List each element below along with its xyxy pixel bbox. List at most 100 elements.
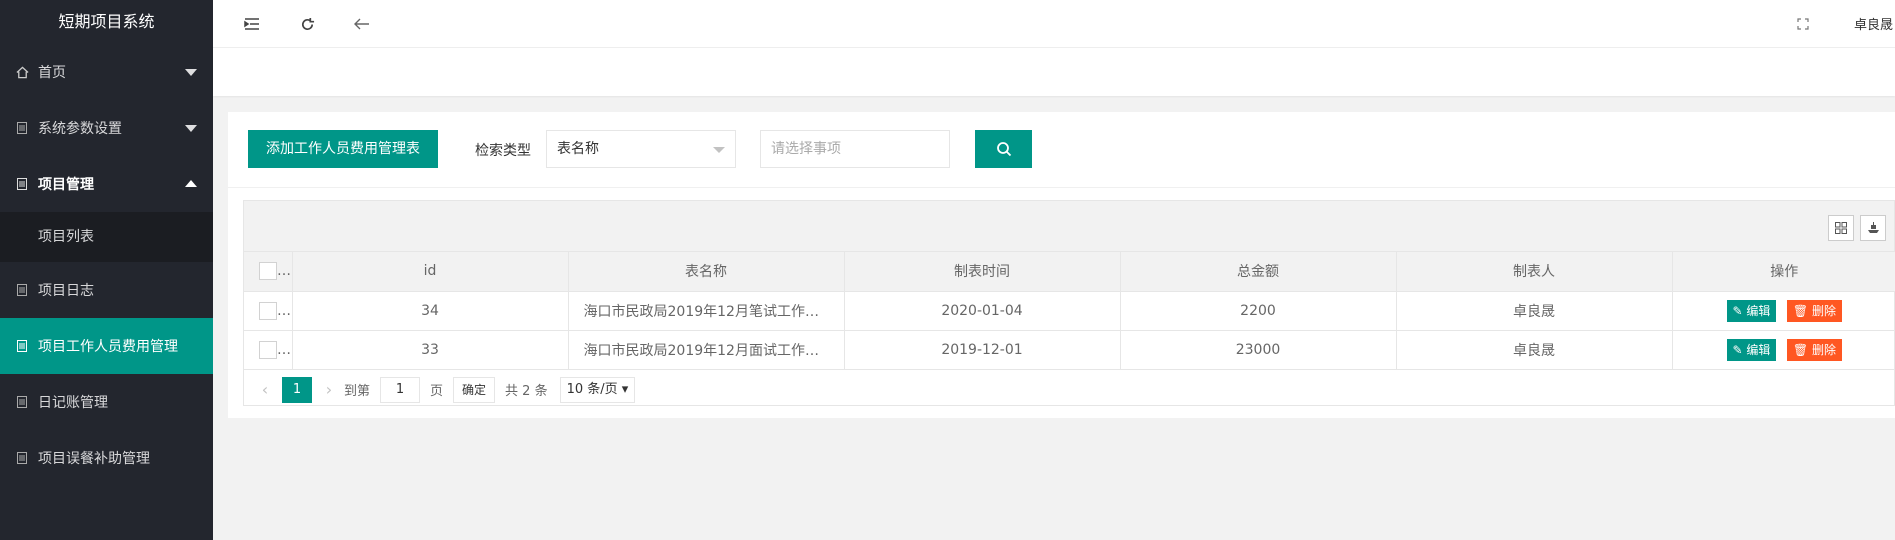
current-page[interactable]: 1 xyxy=(282,376,312,403)
edit-button[interactable]: ✎ 编辑 xyxy=(1726,299,1777,322)
edit-label: 编辑 xyxy=(1746,342,1771,357)
edit-button[interactable]: ✎ 编辑 xyxy=(1726,338,1777,361)
caret-down-icon: ▾ xyxy=(621,381,629,397)
sidebar-item-label: 日记账管理 xyxy=(38,395,108,411)
table-header-row: id 表名称 制表时间 总金额 制表人 操作 xyxy=(244,252,1895,292)
document-icon xyxy=(14,338,30,354)
goto-label: 到第 xyxy=(344,384,371,399)
sidebar-item-label: 项目日志 xyxy=(38,283,94,299)
delete-label: 删除 xyxy=(1811,342,1836,357)
home-icon xyxy=(14,64,30,80)
cell-name: 海口市民政局2019年12月面试工作人员费用管理表 xyxy=(568,330,845,370)
refresh-icon[interactable] xyxy=(295,12,319,36)
main-card: 添加工作人员费用管理表 检索类型 表名称 id xyxy=(228,112,1895,418)
select-all-checkbox[interactable] xyxy=(259,262,277,281)
cell-actions: ✎ 编辑 🗑 删除 xyxy=(1672,330,1895,370)
sidebar-item-label: 项目误餐补助管理 xyxy=(38,451,150,467)
sidebar-item-system-settings[interactable]: 系统参数设置 xyxy=(0,100,213,156)
chevron-up-icon xyxy=(185,180,197,187)
add-expense-table-button[interactable]: 添加工作人员费用管理表 xyxy=(248,130,438,168)
cell-maker: 卓良晟 xyxy=(1396,330,1673,370)
table-row: 34 海口市民政局2019年12月笔试工作人员费用管理表 2020-01-04 … xyxy=(244,291,1895,331)
cell-date: 2020-01-04 xyxy=(844,291,1121,331)
delete-button[interactable]: 🗑 删除 xyxy=(1786,299,1842,322)
document-icon xyxy=(14,450,30,466)
column-header-name[interactable]: 表名称 xyxy=(568,252,845,292)
sidebar: 短期项目系统 首页 系统参数设置 项目管理 项目列表 项目日志 项目工作人员费用… xyxy=(0,0,213,540)
sidebar-item-home[interactable]: 首页 xyxy=(0,44,213,100)
goto-page-input[interactable] xyxy=(380,376,421,403)
document-icon xyxy=(14,394,30,410)
sidebar-item-project-management[interactable]: 项目管理 xyxy=(0,156,213,212)
sidebar-item-label: 系统参数设置 xyxy=(38,121,122,137)
page-size-value: 10 条/页 xyxy=(566,381,618,397)
columns-filter-icon[interactable] xyxy=(1828,215,1854,241)
fullscreen-icon[interactable] xyxy=(1791,12,1815,36)
select-all-cell xyxy=(244,252,293,292)
sidebar-item-label: 项目管理 xyxy=(38,177,94,193)
search-button[interactable] xyxy=(975,130,1032,168)
table-toolbar xyxy=(244,201,1894,252)
column-header-amount[interactable]: 总金额 xyxy=(1120,252,1397,292)
search-toolbar: 添加工作人员费用管理表 检索类型 表名称 xyxy=(228,112,1895,188)
page-unit-label: 页 xyxy=(430,384,444,399)
total-count: 共 2 条 xyxy=(505,384,548,399)
back-arrow-icon[interactable] xyxy=(350,12,374,36)
row-checkbox[interactable] xyxy=(259,340,277,359)
top-header: 卓良晟 xyxy=(213,0,1895,48)
document-icon xyxy=(14,176,30,192)
cell-maker: 卓良晟 xyxy=(1396,291,1673,331)
page-size-select[interactable]: 10 条/页 ▾ xyxy=(559,376,636,403)
cell-name: 海口市民政局2019年12月笔试工作人员费用管理表 xyxy=(568,291,845,331)
pencil-icon: ✎ xyxy=(1732,303,1747,318)
delete-label: 删除 xyxy=(1811,303,1836,318)
cell-id: 33 xyxy=(292,330,569,370)
chevron-down-icon xyxy=(185,69,197,76)
next-page-icon[interactable]: › xyxy=(318,380,340,399)
trash-icon: 🗑 xyxy=(1792,303,1812,318)
search-type-value: 表名称 xyxy=(557,141,599,157)
sidebar-item-meal-subsidy[interactable]: 项目误餐补助管理 xyxy=(0,430,213,486)
document-icon xyxy=(14,282,30,298)
delete-button[interactable]: 🗑 删除 xyxy=(1786,338,1842,361)
goto-confirm-button[interactable]: 确定 xyxy=(453,376,496,403)
table-row: 33 海口市民政局2019年12月面试工作人员费用管理表 2019-12-01 … xyxy=(244,330,1895,370)
search-type-label: 检索类型 xyxy=(475,143,531,159)
cell-actions: ✎ 编辑 🗑 删除 xyxy=(1672,291,1895,331)
sidebar-subitem-project-list[interactable]: 项目列表 xyxy=(0,212,213,262)
cell-id: 34 xyxy=(292,291,569,331)
menu-fold-icon[interactable] xyxy=(240,12,264,36)
row-select-cell xyxy=(244,330,293,370)
dropdown-caret-icon xyxy=(713,147,725,153)
cell-date: 2019-12-01 xyxy=(844,330,1121,370)
document-icon xyxy=(14,120,30,136)
edit-label: 编辑 xyxy=(1746,303,1771,318)
sidebar-item-journal[interactable]: 日记账管理 xyxy=(0,374,213,430)
pagination: ‹ 1 › 到第 页 确定 共 2 条 10 条/页 ▾ xyxy=(244,370,1894,410)
search-icon xyxy=(996,142,1011,157)
sidebar-item-label: 项目工作人员费用管理 xyxy=(38,339,178,355)
data-table: id 表名称 制表时间 总金额 制表人 操作 34 海口市民政局2019年12月… xyxy=(243,200,1895,406)
sidebar-item-label: 首页 xyxy=(38,65,66,81)
search-type-select[interactable]: 表名称 xyxy=(546,130,736,168)
sidebar-item-staff-expense[interactable]: 项目工作人员费用管理 xyxy=(0,318,213,374)
trash-icon: 🗑 xyxy=(1792,342,1812,357)
expense-table: id 表名称 制表时间 总金额 制表人 操作 34 海口市民政局2019年12月… xyxy=(244,252,1895,370)
sidebar-item-project-log[interactable]: 项目日志 xyxy=(0,262,213,318)
export-icon[interactable] xyxy=(1860,215,1886,241)
column-header-actions: 操作 xyxy=(1672,252,1895,292)
column-header-id[interactable]: id xyxy=(292,252,569,292)
prev-page-icon[interactable]: ‹ xyxy=(254,380,276,399)
cell-amount: 23000 xyxy=(1120,330,1397,370)
tab-bar xyxy=(213,48,1895,96)
row-checkbox[interactable] xyxy=(259,301,277,320)
chevron-down-icon xyxy=(185,125,197,132)
pencil-icon: ✎ xyxy=(1732,342,1747,357)
cell-amount: 2200 xyxy=(1120,291,1397,331)
current-user[interactable]: 卓良晟 xyxy=(1854,14,1893,33)
column-header-date[interactable]: 制表时间 xyxy=(844,252,1121,292)
column-header-maker[interactable]: 制表人 xyxy=(1396,252,1673,292)
app-title: 短期项目系统 xyxy=(58,12,155,31)
search-input[interactable] xyxy=(760,130,950,168)
row-select-cell xyxy=(244,291,293,331)
